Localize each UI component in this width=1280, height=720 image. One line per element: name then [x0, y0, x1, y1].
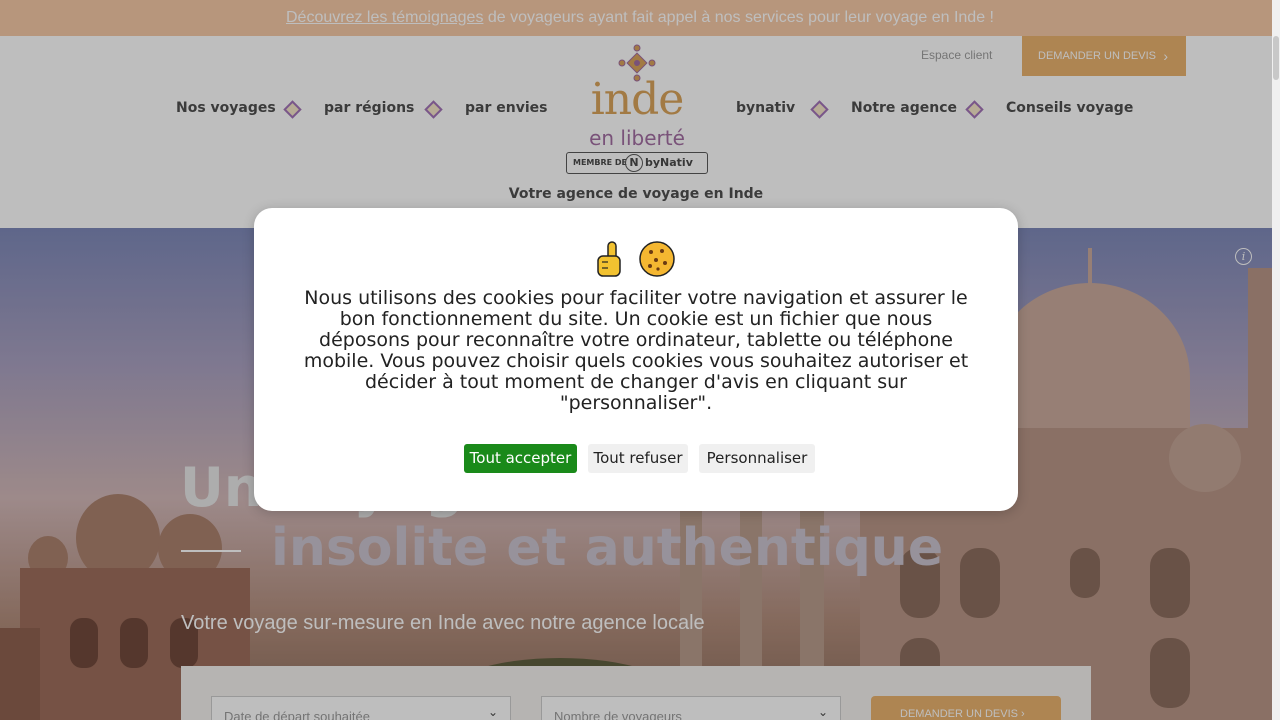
accept-all-button[interactable]: Tout accepter — [464, 444, 577, 473]
cookie-consent-text: Nous utilisons des cookies pour facilite… — [303, 287, 969, 414]
page-scrollbar[interactable] — [1272, 0, 1280, 720]
customize-button[interactable]: Personnaliser — [699, 444, 815, 473]
cookie-consent-icons — [597, 241, 675, 277]
pointing-finger-icon — [597, 241, 621, 277]
cookie-consent-dialog: Nous utilisons des cookies pour facilite… — [254, 208, 1018, 511]
scrollbar-thumb[interactable] — [1273, 36, 1279, 80]
cookie-icon — [639, 241, 675, 277]
refuse-all-button[interactable]: Tout refuser — [588, 444, 688, 473]
